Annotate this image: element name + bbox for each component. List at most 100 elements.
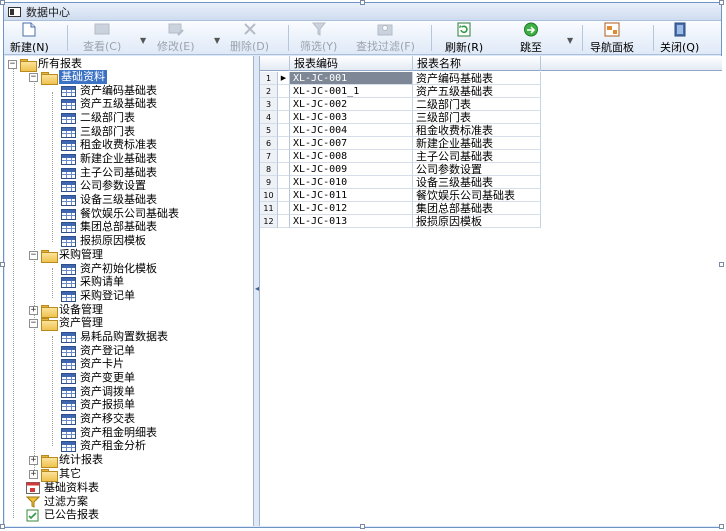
tree-leaf[interactable]: 餐饮娱乐公司基础表 <box>61 207 179 221</box>
title-bar[interactable]: 数据中心 <box>4 3 721 21</box>
tree-leaf[interactable]: 资产调拨单 <box>61 385 135 399</box>
cell-report-code[interactable]: XL-JC-007 <box>290 137 413 150</box>
tree-leaf[interactable]: 资产报损单 <box>61 398 135 412</box>
resize-handle[interactable] <box>719 262 724 267</box>
column-header-name[interactable]: 报表名称 <box>413 56 541 71</box>
edit-dropdown-arrow-icon[interactable]: ▼ <box>214 36 220 45</box>
table-row[interactable]: 9 XL-JC-010 设备三级基础表 <box>260 176 722 189</box>
resize-handle[interactable] <box>719 524 724 529</box>
table-row[interactable]: 11 XL-JC-012 集团总部基础表 <box>260 202 722 215</box>
tree-leaf[interactable]: 资产五级基础表 <box>61 97 157 111</box>
resize-handle[interactable] <box>0 262 5 267</box>
tree-leaf[interactable]: 资产移交表 <box>61 412 135 426</box>
tree-leaf[interactable]: 采购登记单 <box>61 289 135 303</box>
cell-report-code[interactable]: XL-JC-008 <box>290 150 413 163</box>
row-number[interactable]: 4 <box>260 111 278 124</box>
cell-report-name[interactable]: 设备三级基础表 <box>413 176 541 189</box>
table-row[interactable]: 1 ▶ XL-JC-001 资产编码基础表 <box>260 72 722 85</box>
row-number[interactable]: 5 <box>260 124 278 137</box>
collapse-icon[interactable]: − <box>29 250 38 260</box>
tree-leaf[interactable]: 资产卡片 <box>61 357 124 371</box>
view-dropdown-arrow-icon[interactable]: ▼ <box>140 36 146 45</box>
tree-leaf[interactable]: 集团总部基础表 <box>61 220 157 234</box>
goto-dropdown-arrow-icon[interactable]: ▼ <box>567 36 573 45</box>
tree-leaf[interactable]: 设备三级基础表 <box>61 193 157 207</box>
cell-report-code[interactable]: XL-JC-004 <box>290 124 413 137</box>
table-row[interactable]: 7 XL-JC-008 主子公司基础表 <box>260 150 722 163</box>
row-number[interactable]: 10 <box>260 189 278 202</box>
close-button[interactable]: 关闭(Q) <box>660 22 699 54</box>
row-number[interactable]: 3 <box>260 98 278 111</box>
row-number[interactable]: 2 <box>260 85 278 98</box>
table-row[interactable]: 2 XL-JC-001_1 资产五级基础表 <box>260 85 722 98</box>
tree-node-asset[interactable]: − 资产管理 <box>29 316 103 331</box>
report-tree[interactable]: − 所有报表 − 基础资料 资产编码基础表 资产五级基础表 二级部门表 三级部门… <box>5 56 254 526</box>
tree-node-equipment[interactable]: + 设备管理 <box>29 303 103 318</box>
collapse-icon[interactable]: − <box>29 318 38 328</box>
cell-report-name[interactable]: 资产五级基础表 <box>413 85 541 98</box>
tree-leaf[interactable]: 采购请单 <box>61 275 124 289</box>
table-row[interactable]: 6 XL-JC-007 新建企业基础表 <box>260 137 722 150</box>
cell-report-code[interactable]: XL-JC-011 <box>290 189 413 202</box>
resize-handle[interactable] <box>719 0 724 5</box>
tree-node-filter-scheme[interactable]: 过滤方案 <box>25 495 88 509</box>
tree-leaf[interactable]: 资产变更单 <box>61 371 135 385</box>
grid-corner-cell[interactable] <box>260 56 290 71</box>
tree-leaf[interactable]: 资产初始化模板 <box>61 262 157 276</box>
tree-node-basic-table[interactable]: 基础资料表 <box>25 481 99 495</box>
tree-leaf[interactable]: 资产编码基础表 <box>61 84 157 98</box>
tree-node-stats[interactable]: + 统计报表 <box>29 453 103 468</box>
cell-report-name[interactable]: 集团总部基础表 <box>413 202 541 215</box>
cell-report-name[interactable]: 主子公司基础表 <box>413 150 541 163</box>
delete-button[interactable]: 删除(D) <box>230 22 269 54</box>
cell-report-name[interactable]: 新建企业基础表 <box>413 137 541 150</box>
tree-node-basic[interactable]: − 基础资料 <box>29 70 107 85</box>
cell-report-code[interactable]: XL-JC-009 <box>290 163 413 176</box>
new-button[interactable]: 新建(N) <box>10 22 49 54</box>
edit-button[interactable]: 修改(E) <box>157 22 195 54</box>
resize-handle[interactable] <box>0 0 5 5</box>
find-filter-button[interactable]: 查找过滤(F) <box>356 22 415 54</box>
cell-report-name[interactable]: 报损原因模板 <box>413 215 541 228</box>
row-number[interactable]: 9 <box>260 176 278 189</box>
cell-report-name[interactable]: 资产编码基础表 <box>413 72 541 85</box>
tree-leaf[interactable]: 新建企业基础表 <box>61 152 157 166</box>
expand-icon[interactable]: + <box>29 469 38 479</box>
cell-report-code[interactable]: XL-JC-003 <box>290 111 413 124</box>
tree-leaf[interactable]: 租金收费标准表 <box>61 138 157 152</box>
column-header-code[interactable]: 报表编码 <box>290 56 413 71</box>
nav-panel-button[interactable]: 导航面板 <box>590 22 634 54</box>
cell-report-code[interactable]: XL-JC-001_1 <box>290 85 413 98</box>
cell-report-name[interactable]: 三级部门表 <box>413 111 541 124</box>
row-number[interactable]: 1 <box>260 72 278 85</box>
resize-handle[interactable] <box>0 524 5 529</box>
tree-leaf[interactable]: 易耗品购置数据表 <box>61 330 168 344</box>
collapse-icon[interactable]: − <box>8 59 17 69</box>
resize-handle[interactable] <box>360 524 365 529</box>
table-row[interactable]: 4 XL-JC-003 三级部门表 <box>260 111 722 124</box>
row-number[interactable]: 7 <box>260 150 278 163</box>
cell-report-code[interactable]: XL-JC-010 <box>290 176 413 189</box>
tree-node-all-reports[interactable]: − 所有报表 <box>8 57 82 72</box>
table-row[interactable]: 12 XL-JC-013 报损原因模板 <box>260 215 722 228</box>
cell-report-name[interactable]: 餐饮娱乐公司基础表 <box>413 189 541 202</box>
refresh-button[interactable]: 刷新(R) <box>445 22 483 54</box>
row-number[interactable]: 6 <box>260 137 278 150</box>
view-button[interactable]: 查看(C) <box>83 22 121 54</box>
table-row[interactable]: 5 XL-JC-004 租金收费标准表 <box>260 124 722 137</box>
tree-node-other[interactable]: + 其它 <box>29 467 81 482</box>
tree-leaf[interactable]: 资产登记单 <box>61 344 135 358</box>
tree-leaf[interactable]: 二级部门表 <box>61 111 135 125</box>
goto-button[interactable]: 跳至 <box>520 22 542 54</box>
tree-leaf[interactable]: 资产租金分析 <box>61 439 146 453</box>
collapse-icon[interactable]: − <box>29 72 38 82</box>
tree-leaf[interactable]: 报损原因模板 <box>61 234 146 248</box>
tree-node-published-reports[interactable]: 已公告报表 <box>25 508 99 522</box>
cell-report-name[interactable]: 公司参数设置 <box>413 163 541 176</box>
table-row[interactable]: 8 XL-JC-009 公司参数设置 <box>260 163 722 176</box>
tree-node-purchase[interactable]: − 采购管理 <box>29 248 103 263</box>
resize-handle[interactable] <box>360 0 365 5</box>
row-number[interactable]: 11 <box>260 202 278 215</box>
tree-leaf[interactable]: 主子公司基础表 <box>61 166 157 180</box>
tree-leaf[interactable]: 公司参数设置 <box>61 179 146 193</box>
